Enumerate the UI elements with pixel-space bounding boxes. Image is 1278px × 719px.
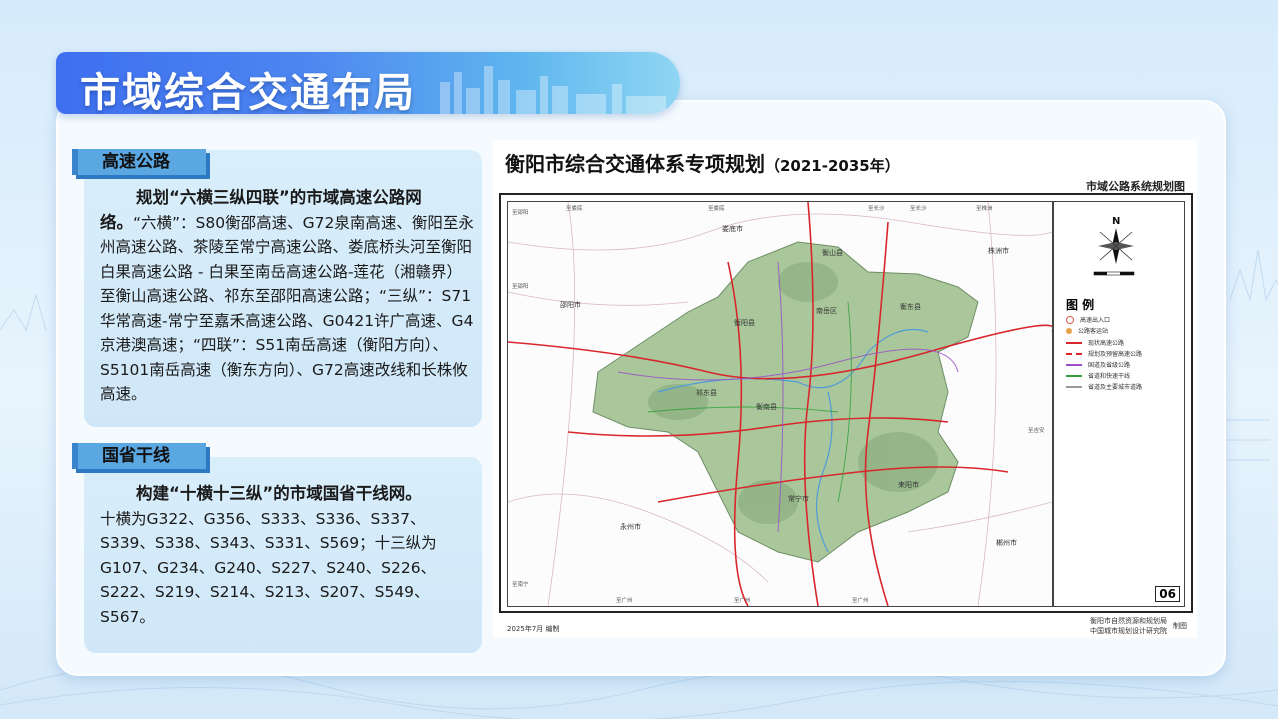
expressway-description: 规划“六横三纵四联”的市域高速公路网络。“六横”：S80衡邵高速、G72泉南高速…	[100, 186, 476, 407]
map-label-hengshan: 衡山县	[822, 249, 843, 257]
section-tag-expressway: 高速公路	[72, 149, 206, 175]
edge-label: 至吉安	[1028, 428, 1045, 434]
credit-org-1: 衡阳市自然资源和规划局	[1090, 617, 1167, 625]
map-label-leiyang: 耒阳市	[898, 481, 919, 489]
edge-label: 至长沙	[868, 206, 885, 212]
map-label-loudi: 娄底市	[722, 225, 743, 233]
edge-label: 至株洲	[976, 206, 993, 212]
legend-line-icon	[1066, 363, 1082, 366]
map-figure: 衡阳市综合交通体系专项规划（2021-2035年） 市域公路系统规划图 娄底市 …	[493, 140, 1197, 638]
compass-letter: N	[1112, 216, 1120, 227]
figure-credits: 衡阳市自然资源和规划局 中国城市规划设计研究院 制图	[1090, 616, 1187, 636]
legend-label: 现状高速公路	[1088, 340, 1125, 347]
legend-item: 省道及主要城市道路	[1066, 382, 1142, 391]
map-label-hengnan: 衡南县	[756, 403, 777, 411]
map-frame: 娄底市 衡山县 株洲市 邵阳市 衡阳县 衡东县 南岳区 祁东县 衡南县 永州市 …	[499, 193, 1193, 613]
edge-label: 至长沙	[910, 206, 927, 212]
trunk-road-lead: 构建“十横十三纵”的市域国省干线网。	[136, 484, 422, 503]
figure-subtitle: 市域公路系统规划图	[1086, 180, 1185, 193]
interchange-icon	[1066, 315, 1074, 324]
map-label-changning: 常宁市	[788, 495, 809, 503]
road-system-map: 娄底市 衡山县 株洲市 邵阳市 衡阳县 衡东县 南岳区 祁东县 衡南县 永州市 …	[507, 201, 1053, 607]
legend-item: 省道和快速干线	[1066, 371, 1130, 380]
figure-page-number: 06	[1155, 586, 1180, 602]
credit-org-2: 中国城市规划设计研究院	[1090, 627, 1167, 635]
page-title: 市域综合交通布局	[80, 69, 416, 114]
legend-item: 规划及预留高速公路	[1066, 349, 1142, 358]
map-label-shaoyang: 邵阳市	[560, 301, 581, 309]
map-label-chenzhou: 郴州市	[996, 539, 1017, 547]
legend-item: 公路客运站	[1066, 326, 1108, 335]
legend-line-icon	[1066, 341, 1082, 344]
map-graphic	[508, 202, 1052, 606]
expressway-body: “六横”：S80衡邵高速、G72泉南高速、衡阳至永州高速公路、茶陵至常宁高速公路…	[100, 213, 474, 404]
map-label-nanyue: 南岳区	[816, 307, 837, 315]
legend-item: 高速出入口	[1066, 315, 1110, 324]
edge-label: 至邵阳	[512, 210, 529, 216]
legend-label: 省道和快速干线	[1088, 373, 1131, 380]
legend-line-icon	[1066, 352, 1082, 355]
figure-title: 衡阳市综合交通体系专项规划（2021-2035年）	[505, 148, 900, 177]
edge-label: 至娄底	[566, 206, 583, 212]
map-label-yongzhou: 永州市	[620, 523, 641, 531]
bus-station-icon	[1066, 327, 1072, 334]
figure-title-years: （2021-2035年）	[765, 157, 900, 175]
legend-item: 现状高速公路	[1066, 338, 1124, 347]
edge-label: 至广州	[616, 598, 633, 604]
edge-label: 至南宁	[512, 582, 529, 588]
legend-line-icon	[1066, 385, 1082, 388]
edge-label: 至广州	[852, 598, 869, 604]
map-label-zhuzhou: 株洲市	[988, 247, 1009, 255]
trunk-road-body: 十横为G322、G356、S333、S336、S337、S339、S338、S3…	[100, 509, 437, 626]
map-label-hengyang-county: 衡阳县	[734, 319, 755, 327]
edge-label: 至邵阳	[512, 284, 529, 290]
legend-title: 图 例	[1066, 298, 1095, 312]
legend-label: 国道及省级公路	[1088, 362, 1131, 369]
legend-label: 高速出入口	[1080, 317, 1111, 324]
legend-label: 规划及预留高速公路	[1088, 351, 1143, 358]
scale-bar-icon	[1093, 271, 1135, 276]
legend-item: 国道及省级公路	[1066, 360, 1130, 369]
map-label-qidong: 祁东县	[696, 389, 717, 397]
legend-label: 省道及主要城市道路	[1088, 384, 1143, 391]
credit-made: 制图	[1173, 622, 1187, 630]
figure-title-text: 衡阳市综合交通体系专项规划	[505, 152, 765, 176]
compass-and-scale: N	[1093, 216, 1135, 276]
edge-label: 至广州	[734, 598, 751, 604]
map-label-hengdong: 衡东县	[900, 303, 921, 311]
legend-line-icon	[1066, 374, 1082, 377]
legend-label: 公路客运站	[1078, 328, 1109, 335]
trunk-road-description: 构建“十横十三纵”的市域国省干线网。 十横为G322、G356、S333、S33…	[100, 482, 476, 629]
map-legend: N 图 例 高速出入口 公路客运站 现状高速公路 规划及预留高速公路 国道及省级…	[1053, 201, 1185, 607]
title-banner: 市域综合交通布局	[56, 52, 680, 114]
figure-date: 2025年7月 编制	[507, 625, 560, 633]
skyline-decoration	[440, 66, 666, 114]
edge-label: 至娄底	[708, 206, 725, 212]
section-tag-trunk-road: 国省干线	[72, 443, 206, 469]
